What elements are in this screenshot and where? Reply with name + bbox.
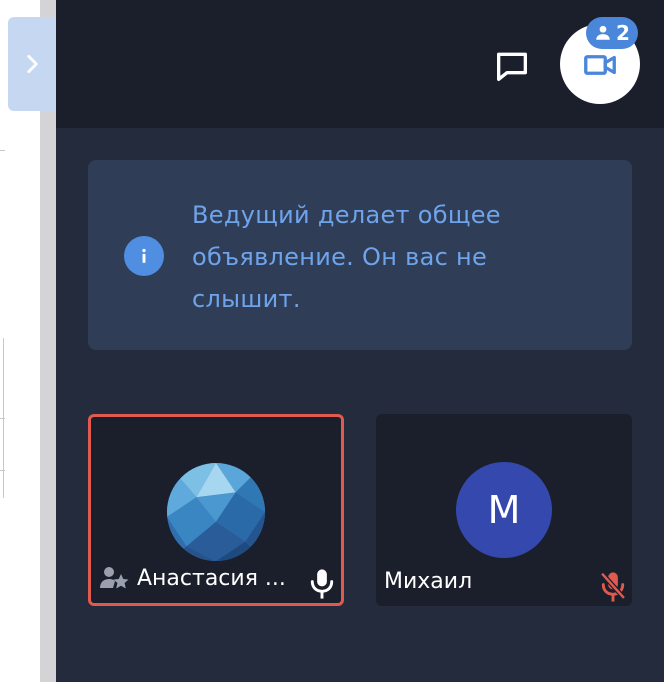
- chat-icon: [497, 52, 527, 82]
- participant-name: Анастасия ...: [137, 565, 286, 591]
- participant-count: 2: [616, 21, 630, 45]
- info-icon: [124, 236, 164, 276]
- avatar: М: [456, 462, 552, 558]
- person-icon: [596, 25, 610, 40]
- moderator-icon: [100, 567, 129, 589]
- microphone-muted-icon[interactable]: [598, 570, 628, 604]
- chat-button[interactable]: [490, 44, 534, 88]
- video-panel: 2 Ведущий делает общее объявление. Он ва…: [56, 0, 664, 682]
- participant-name-row: Михаил: [384, 564, 624, 598]
- page-divider: [0, 150, 5, 151]
- microphone-icon[interactable]: [307, 567, 337, 601]
- chevron-right-icon: [27, 55, 38, 73]
- panel-header: 2: [56, 0, 664, 128]
- page-divider: [0, 418, 5, 419]
- announcement-notice: Ведущий делает общее объявление. Он вас …: [88, 160, 632, 350]
- video-camera-icon: [584, 55, 616, 75]
- participant-name: Михаил: [384, 568, 473, 594]
- participant-tile-self[interactable]: Анастасия ...: [88, 414, 344, 606]
- participant-name-row: Анастасия ...: [99, 561, 333, 595]
- participant-tile[interactable]: М Михаил: [376, 414, 632, 606]
- participant-count-badge: 2: [586, 17, 638, 49]
- page-divider: [0, 470, 5, 471]
- sidebar-toggle-button[interactable]: [8, 17, 56, 111]
- notice-text: Ведущий делает общее объявление. Он вас …: [192, 201, 501, 313]
- avatar: [167, 463, 265, 561]
